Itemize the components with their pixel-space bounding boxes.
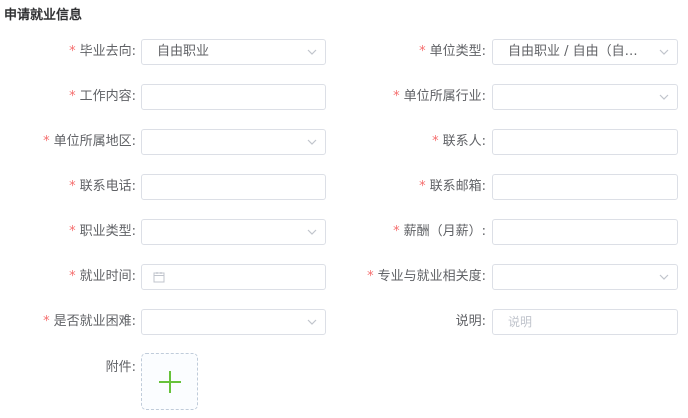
required-mark: *	[69, 269, 76, 284]
employment-info-form: 申请就业信息 *毕业去向: 自由职业 *单位类型: 自由职业 / 自由（自由职业…	[0, 0, 688, 418]
form-row-4: * 联系电话: * 联系邮箱:	[0, 174, 688, 200]
required-mark: *	[419, 179, 426, 194]
employer-region-label: * 单位所属地区:	[43, 134, 136, 149]
graduation-destination-select[interactable]: 自由职业	[141, 39, 326, 65]
salary-label: * 薪酬（月薪）:	[393, 224, 486, 239]
form-row-2: * 工作内容: * 单位所属行业:	[0, 84, 688, 110]
job-content-input[interactable]	[141, 84, 326, 110]
employer-region-select[interactable]	[141, 129, 326, 155]
remarks-label: 说明:	[455, 314, 486, 329]
required-mark: *	[43, 314, 50, 329]
employer-type-label: * 单位类型:	[419, 44, 486, 59]
section-title: 申请就业信息	[4, 8, 83, 23]
attachment-upload-button[interactable]	[141, 353, 198, 410]
required-mark: *	[367, 269, 374, 284]
contact-phone-label: * 联系电话:	[69, 179, 136, 194]
required-mark: *	[69, 224, 76, 239]
required-mark: *	[393, 89, 400, 104]
required-mark: *	[432, 134, 439, 149]
job-content-label: * 工作内容:	[69, 89, 136, 104]
major-relevance-select[interactable]	[492, 264, 678, 290]
chevron-down-icon	[307, 229, 317, 235]
chevron-down-icon	[659, 274, 669, 280]
attachment-label: 附件:	[105, 360, 136, 375]
chevron-down-icon	[659, 94, 669, 100]
employment-difficulty-label: * 是否就业困难:	[43, 314, 136, 329]
chevron-down-icon	[659, 49, 669, 55]
required-mark: *	[69, 44, 76, 59]
form-row-5: * 职业类型: * 薪酬（月薪）:	[0, 219, 688, 245]
contact-person-input[interactable]	[492, 129, 678, 155]
form-row-1: *毕业去向: 自由职业 *单位类型: 自由职业 / 自由（自由职业）	[0, 39, 688, 65]
remarks-placeholder: 说明	[508, 315, 533, 329]
calendar-icon	[153, 272, 165, 283]
form-row-3: * 单位所属地区: * 联系人:	[0, 129, 688, 155]
required-mark: *	[393, 224, 400, 239]
occupation-type-select[interactable]	[141, 219, 326, 245]
required-mark: *	[69, 179, 76, 194]
employer-industry-label: * 单位所属行业:	[393, 89, 486, 104]
required-mark: *	[419, 44, 426, 59]
contact-phone-input[interactable]	[141, 174, 326, 200]
required-mark: *	[69, 89, 76, 104]
major-relevance-label: * 专业与就业相关度:	[367, 269, 486, 284]
required-mark: *	[43, 134, 50, 149]
chevron-down-icon	[307, 139, 317, 145]
employer-type-value: 自由职业 / 自由（自由职业）	[508, 44, 649, 59]
employment-time-datepicker[interactable]	[141, 264, 326, 290]
contact-email-input[interactable]	[492, 174, 678, 200]
employer-type-select[interactable]: 自由职业 / 自由（自由职业）	[492, 39, 678, 65]
employer-industry-select[interactable]	[492, 84, 678, 110]
chevron-down-icon	[307, 49, 317, 55]
salary-input[interactable]	[492, 219, 678, 245]
chevron-down-icon	[307, 319, 317, 325]
plus-icon	[159, 371, 181, 393]
form-row-7: * 是否就业困难: 说明: 说明	[0, 309, 688, 335]
occupation-type-label: * 职业类型:	[69, 224, 136, 239]
graduation-destination-label: * 毕业去向:	[69, 44, 136, 59]
form-row-6: * 就业时间: * 专业与就业相关度:	[0, 264, 688, 290]
remarks-input[interactable]: 说明	[492, 309, 678, 335]
graduation-destination-value: 自由职业	[157, 44, 210, 59]
employment-difficulty-select[interactable]	[141, 309, 326, 335]
contact-person-label: * 联系人:	[432, 134, 486, 149]
contact-email-label: * 联系邮箱:	[419, 179, 486, 194]
employment-time-label: * 就业时间:	[69, 269, 136, 284]
